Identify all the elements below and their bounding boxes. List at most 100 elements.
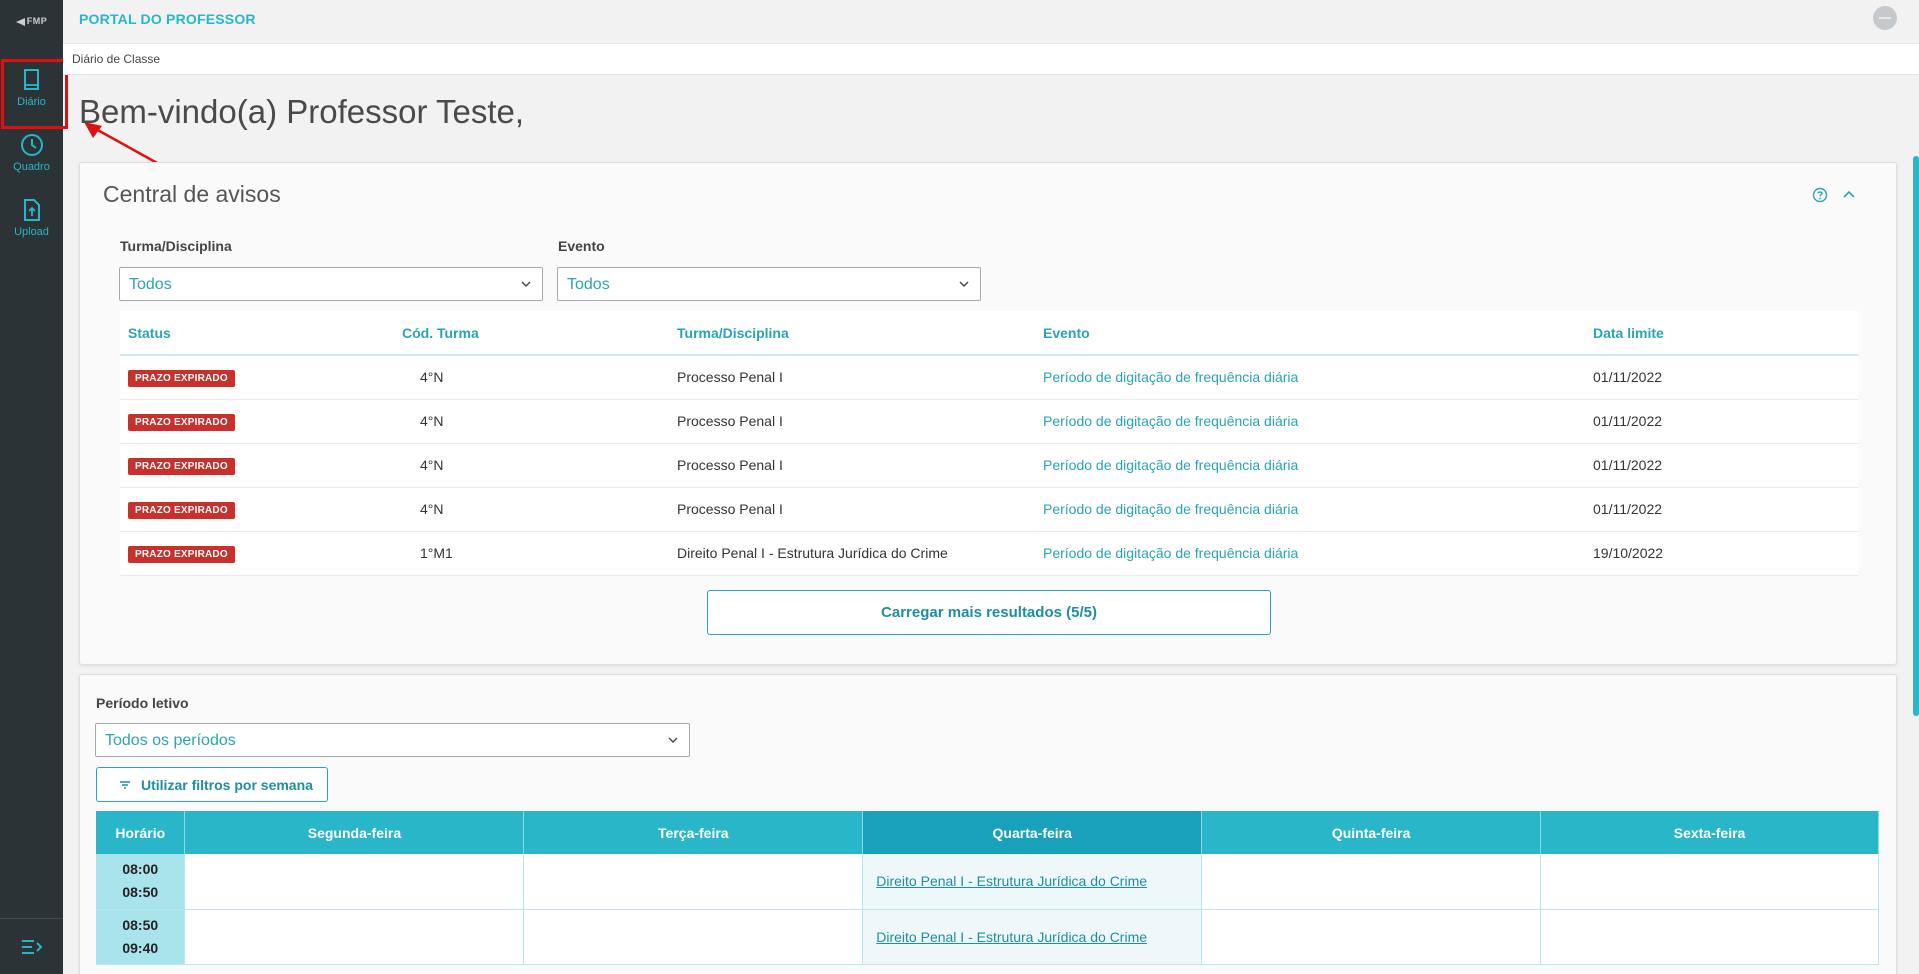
- data-limite-cell: 01/11/2022: [1585, 487, 1858, 532]
- column-header-segunda: Segunda-feira: [184, 811, 525, 854]
- avisos-card: Central de avisos Turma/Disciplina Todos…: [79, 162, 1897, 665]
- logo-text: FMP: [26, 16, 48, 26]
- cod-turma-cell: 4°N: [394, 443, 669, 488]
- column-header-status[interactable]: Status: [120, 311, 394, 356]
- filter-icon: [120, 781, 130, 789]
- column-header-horario: Horário: [96, 811, 186, 854]
- schedule-cell: [523, 854, 864, 910]
- sidebar-item-label: Quadro: [13, 161, 50, 173]
- table-row[interactable]: PRAZO EXPIRADO 4°N Processo Penal I Perí…: [120, 355, 1858, 400]
- avisos-title: Central de avisos: [103, 181, 281, 207]
- sidebar-item-quadro[interactable]: Quadro: [0, 127, 63, 187]
- time-slot: 08:50 09:40: [96, 909, 186, 965]
- sidebar: FMP Diário Quadro Upload: [0, 0, 63, 974]
- turma-cell: Processo Penal I: [669, 399, 1035, 444]
- schedule-cell: [184, 854, 525, 910]
- schedule-row: 08:00 08:50 Direito Penal I - Estrutura J…: [96, 854, 1879, 910]
- status-badge: PRAZO EXPIRADO: [128, 545, 235, 563]
- upload-file-icon: [23, 199, 40, 221]
- evento-link[interactable]: Período de digitação de frequência diári…: [1035, 355, 1585, 400]
- status-badge: PRAZO EXPIRADO: [128, 457, 235, 475]
- evento-filter-select[interactable]: Todos: [557, 267, 981, 301]
- table-row[interactable]: PRAZO EXPIRADO 4°N Processo Penal I Perí…: [120, 487, 1858, 532]
- column-header-sexta: Sexta-feira: [1540, 811, 1879, 854]
- status-cell: PRAZO EXPIRADO: [120, 399, 394, 444]
- chevron-up-icon[interactable]: [1841, 187, 1857, 203]
- evento-link[interactable]: Período de digitação de frequência diári…: [1035, 487, 1585, 532]
- page-scrollbar[interactable]: [1913, 156, 1919, 716]
- clock-icon: [20, 134, 43, 156]
- data-limite-cell: 19/10/2022: [1585, 531, 1858, 576]
- time-start: 08:50: [122, 916, 159, 933]
- schedule-row: 08:50 09:40 Direito Penal I - Estrutura J…: [96, 909, 1879, 965]
- horario-card: Período letivo Todos os períodos Utiliza…: [79, 674, 1897, 974]
- week-filter-button[interactable]: Utilizar filtros por semana: [96, 767, 328, 802]
- fmp-logo: FMP: [0, 16, 63, 26]
- turma-cell: Direito Penal I - Estrutura Jurídica do …: [669, 531, 1035, 576]
- column-header-data-limite[interactable]: Data limite: [1585, 311, 1858, 356]
- column-header-quinta: Quinta-feira: [1201, 811, 1542, 854]
- periodo-select[interactable]: Todos os períodos: [95, 723, 690, 757]
- chevron-down-icon: [521, 281, 531, 287]
- schedule-cell: [1201, 909, 1542, 965]
- time-end: 08:50: [122, 884, 159, 901]
- status-cell: PRAZO EXPIRADO: [120, 487, 394, 532]
- week-filter-label: Utilizar filtros por semana: [141, 777, 313, 793]
- status-cell: PRAZO EXPIRADO: [120, 355, 394, 400]
- turma-cell: Processo Penal I: [669, 443, 1035, 488]
- table-row[interactable]: PRAZO EXPIRADO 4°N Processo Penal I Perí…: [120, 443, 1858, 488]
- breadcrumb[interactable]: Diário de Classe: [72, 52, 160, 66]
- schedule-cell: [1201, 854, 1542, 910]
- table-row[interactable]: PRAZO EXPIRADO 1°M1 Direito Penal I - Es…: [120, 531, 1858, 576]
- column-header-turma-disciplina[interactable]: Turma/Disciplina: [669, 311, 1035, 356]
- breadcrumb-bar: Diário de Classe: [63, 43, 1919, 75]
- column-header-evento[interactable]: Evento: [1035, 311, 1585, 356]
- cod-turma-cell: 4°N: [394, 487, 669, 532]
- turma-filter-label: Turma/Disciplina: [120, 238, 232, 254]
- cod-turma-cell: 4°N: [394, 399, 669, 444]
- chevron-down-icon: [668, 737, 678, 743]
- help-icon[interactable]: [1812, 187, 1828, 203]
- schedule-cell: [1540, 909, 1879, 965]
- time-start: 08:00: [122, 861, 159, 878]
- schedule-cell: Direito Penal I - Estrutura Jurídica do …: [862, 854, 1203, 910]
- evento-link[interactable]: Período de digitação de frequência diári…: [1035, 531, 1585, 576]
- evento-filter-label: Evento: [558, 238, 605, 254]
- schedule-table: Horário Segunda-feira Terça-feira Quarta…: [96, 811, 1879, 965]
- avisos-table: Status Cód. Turma Turma/Disciplina Event…: [120, 311, 1858, 576]
- avatar[interactable]: [1873, 6, 1897, 30]
- schedule-cell: [184, 909, 525, 965]
- status-badge: PRAZO EXPIRADO: [128, 501, 235, 519]
- data-limite-cell: 01/11/2022: [1585, 399, 1858, 444]
- collapse-menu-icon[interactable]: [20, 937, 44, 957]
- chevron-down-icon: [959, 281, 969, 287]
- data-limite-cell: 01/11/2022: [1585, 355, 1858, 400]
- table-row[interactable]: PRAZO EXPIRADO 4°N Processo Penal I Perí…: [120, 399, 1858, 444]
- page-title: Bem-vindo(a) Professor Teste,: [79, 93, 525, 130]
- evento-link[interactable]: Período de digitação de frequência diári…: [1035, 443, 1585, 488]
- periodo-label: Período letivo: [96, 695, 189, 711]
- sidebar-item-label: Upload: [14, 226, 49, 238]
- turma-cell: Processo Penal I: [669, 355, 1035, 400]
- annotation-highlight-box: [1, 59, 68, 129]
- sidebar-item-upload[interactable]: Upload: [0, 192, 63, 252]
- column-header-terca: Terça-feira: [523, 811, 864, 854]
- schedule-cell: Direito Penal I - Estrutura Jurídica do …: [862, 909, 1203, 965]
- load-more-button[interactable]: Carregar mais resultados (5/5): [707, 590, 1271, 635]
- top-bar: PORTAL DO PROFESSOR: [63, 0, 1919, 43]
- column-header-cod-turma[interactable]: Cód. Turma: [394, 311, 669, 356]
- time-end: 09:40: [122, 939, 159, 956]
- evento-filter-value: Todos: [567, 276, 610, 293]
- turma-filter-select[interactable]: Todos: [119, 267, 543, 301]
- column-header-quarta: Quarta-feira: [862, 811, 1203, 854]
- status-badge: PRAZO EXPIRADO: [128, 413, 235, 431]
- cod-turma-cell: 4°N: [394, 355, 669, 400]
- app-title: PORTAL DO PROFESSOR: [79, 11, 256, 27]
- status-cell: PRAZO EXPIRADO: [120, 531, 394, 576]
- class-link[interactable]: Direito Penal I - Estrutura Jurídica do …: [876, 929, 1147, 945]
- schedule-cell: [1540, 854, 1879, 910]
- evento-link[interactable]: Período de digitação de frequência diári…: [1035, 399, 1585, 444]
- class-link[interactable]: Direito Penal I - Estrutura Jurídica do …: [876, 873, 1147, 889]
- table-header-row: Status Cód. Turma Turma/Disciplina Event…: [120, 311, 1858, 356]
- status-cell: PRAZO EXPIRADO: [120, 443, 394, 488]
